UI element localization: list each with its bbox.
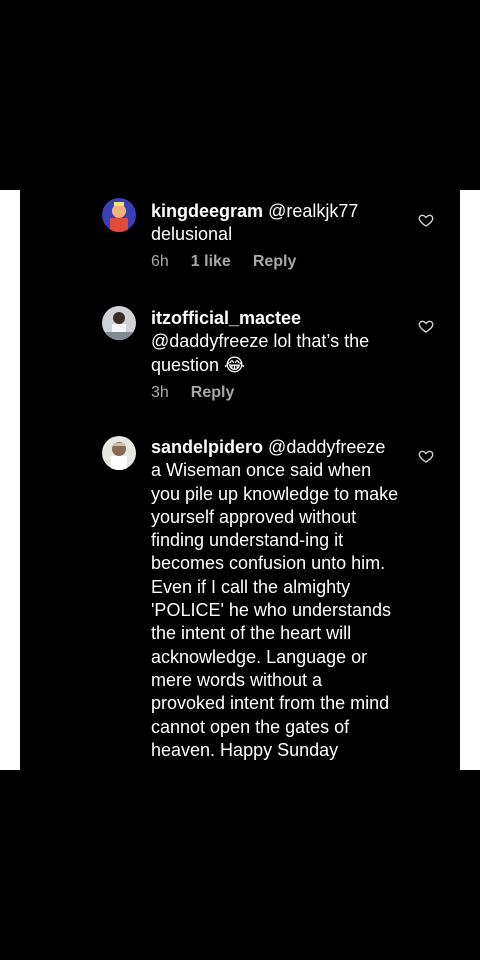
comment-time: 6h — [151, 253, 169, 270]
comment-text: a Wiseman once said when you pile up kno… — [151, 460, 399, 760]
comment-mention[interactable]: @realkjk77 — [268, 201, 358, 221]
reply-button[interactable]: Reply — [253, 253, 297, 271]
comment-mention[interactable]: @daddyfreeze — [268, 437, 385, 457]
reply-button[interactable]: Reply — [191, 384, 235, 402]
comments-list: kingdeegram @realkjk77 delusional 6h 1 l… — [20, 190, 460, 770]
comment-mention[interactable]: @daddyfreeze — [151, 331, 268, 351]
comment-username[interactable]: itzofficial_mactee — [151, 308, 301, 328]
avatar[interactable] — [102, 198, 136, 232]
like-button[interactable] — [418, 448, 434, 464]
like-button[interactable] — [418, 212, 434, 228]
avatar[interactable] — [102, 436, 136, 470]
like-button[interactable] — [418, 318, 434, 334]
comment-likes[interactable]: 1 like — [191, 253, 231, 271]
comment-text: delusional — [151, 224, 233, 245]
comment-username[interactable]: sandelpidero — [151, 437, 263, 457]
comment-time: 3h — [151, 384, 169, 401]
heart-outline-icon — [418, 214, 434, 227]
heart-outline-icon — [418, 450, 434, 463]
avatar[interactable] — [102, 306, 136, 340]
heart-outline-icon — [418, 320, 434, 333]
comment-username[interactable]: kingdeegram — [151, 201, 263, 221]
screenshot-frame: kingdeegram @realkjk77 delusional 6h 1 l… — [0, 190, 480, 770]
